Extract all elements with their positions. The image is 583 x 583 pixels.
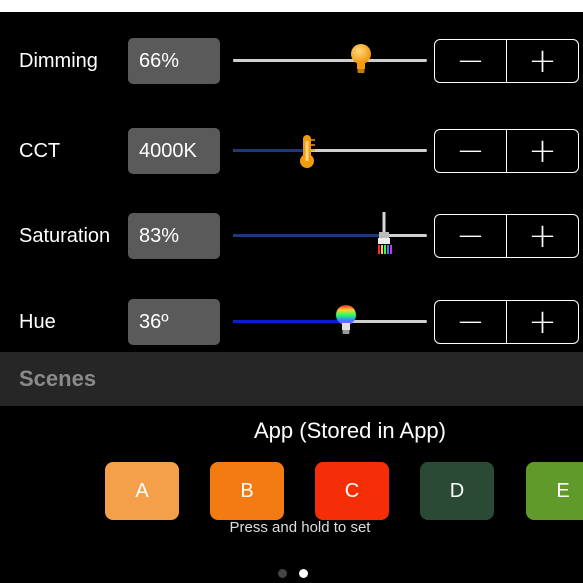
hue-label: Hue <box>19 311 56 333</box>
dimming-slider-track[interactable] <box>233 59 427 62</box>
scene-button-e[interactable]: E <box>526 462 583 520</box>
dimming-increase-button[interactable]: + <box>506 40 578 82</box>
hue-row: Hue 36º − + <box>0 296 583 348</box>
rainbow-bulb-icon[interactable] <box>332 296 360 348</box>
paintbrush-icon[interactable] <box>370 210 398 262</box>
cct-value[interactable]: 4000K <box>128 128 220 174</box>
dimming-slider-fill <box>233 59 362 62</box>
hue-increase-button[interactable]: + <box>506 301 578 343</box>
cct-row: CCT 4000K − + <box>0 125 583 177</box>
saturation-increase-button[interactable]: + <box>506 215 578 257</box>
hue-slider-track[interactable] <box>233 320 427 323</box>
saturation-decrease-button[interactable]: − <box>435 215 506 257</box>
cct-slider-track[interactable] <box>233 149 427 152</box>
lighting-control-screen: Dimming 66% − + CCT 4000K − + Saturation… <box>0 12 583 583</box>
hue-value[interactable]: 36º <box>128 299 220 345</box>
scene-button-c[interactable]: C <box>315 462 389 520</box>
dimming-value[interactable]: 66% <box>128 38 220 84</box>
page-dot[interactable] <box>299 569 308 578</box>
page-indicator[interactable] <box>278 569 308 578</box>
hue-slider-fill <box>233 320 346 323</box>
dimming-stepper: − + <box>434 39 579 83</box>
dimming-label: Dimming <box>19 50 98 72</box>
saturation-slider-fill <box>233 234 385 237</box>
hue-decrease-button[interactable]: − <box>435 301 506 343</box>
scenes-header: Scenes <box>0 352 583 406</box>
page-dot[interactable] <box>278 569 287 578</box>
thermometer-icon[interactable] <box>293 125 321 177</box>
scene-button-d[interactable]: D <box>420 462 494 520</box>
scenes-title: Scenes <box>19 366 97 391</box>
dimming-decrease-button[interactable]: − <box>435 40 506 82</box>
cct-stepper: − + <box>434 129 579 173</box>
scene-button-b[interactable]: B <box>210 462 284 520</box>
saturation-stepper: − + <box>434 214 579 258</box>
saturation-row: Saturation 83% − + <box>0 210 583 262</box>
dimming-row: Dimming 66% − + <box>0 35 583 87</box>
cct-decrease-button[interactable]: − <box>435 130 506 172</box>
scene-group-title: App (Stored in App) <box>253 418 446 443</box>
scene-button-a[interactable]: A <box>105 462 179 520</box>
scene-hint: Press and hold to set <box>229 519 371 536</box>
cct-label: CCT <box>19 140 61 162</box>
saturation-value[interactable]: 83% <box>128 213 220 259</box>
lightbulb-icon[interactable] <box>347 35 375 87</box>
hue-stepper: − + <box>434 300 579 344</box>
saturation-label: Saturation <box>19 225 111 247</box>
cct-increase-button[interactable]: + <box>506 130 578 172</box>
